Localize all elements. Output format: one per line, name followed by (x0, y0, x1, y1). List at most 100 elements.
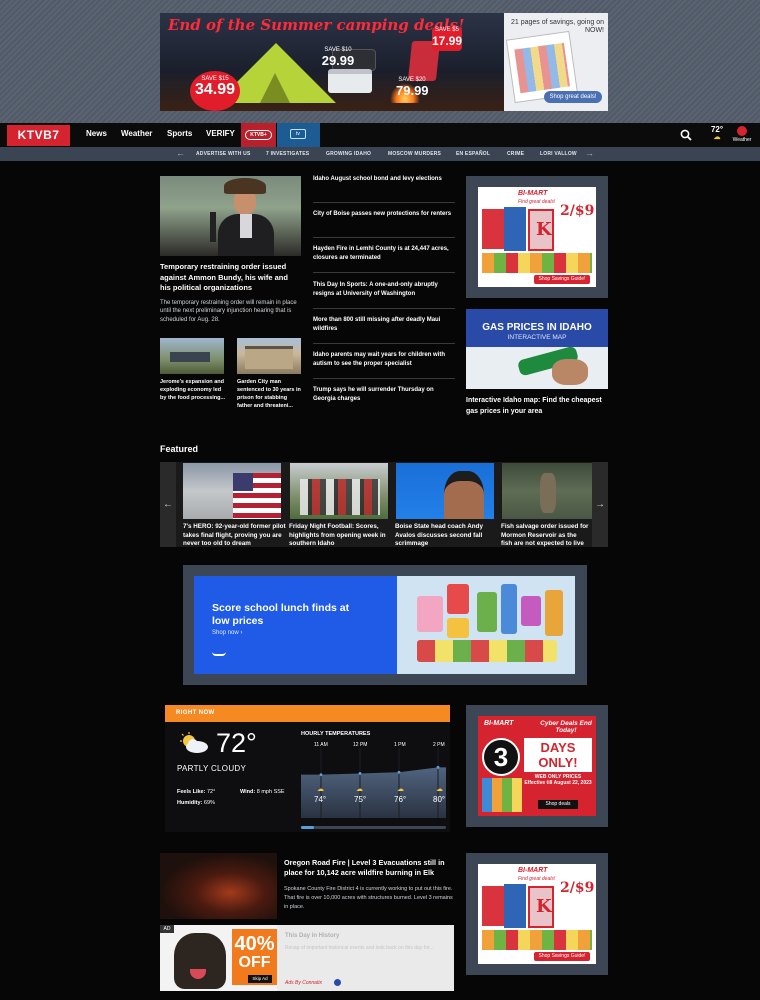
hourly-chart (301, 748, 446, 818)
headline-link[interactable]: More than 800 still missing after deadly… (313, 316, 455, 334)
sale-percent: 40% (234, 933, 275, 955)
story-caption[interactable]: Garden City man sentenced to 30 years in… (237, 378, 303, 410)
featured-image[interactable] (502, 463, 592, 519)
hourly-scrollbar[interactable] (301, 826, 446, 829)
headline-link[interactable]: Trump says he will surrender Thursday on… (313, 386, 455, 404)
hour-point (358, 772, 362, 775)
connatix-icon (334, 979, 341, 986)
nav-weather[interactable]: Weather (121, 129, 152, 138)
skip-ad-button[interactable]: Skip Ad (248, 975, 272, 983)
hour-temp: 80° (433, 795, 446, 804)
subnav-item[interactable]: GROWING IDAHO (326, 151, 371, 157)
scrollbar-thumb[interactable] (301, 826, 314, 829)
bimart-ad-card: BI-MART Find great deals! 2/$9 Shop Savi… (478, 864, 596, 964)
nav-verify[interactable]: VERIFY (206, 129, 235, 138)
featured-image[interactable] (290, 463, 388, 519)
shop-deals-button[interactable]: Shop great deals! (544, 91, 602, 103)
lead-story-description: The temporary restraining order will rem… (160, 300, 297, 323)
partly-cloudy-icon: ☁ (713, 134, 721, 141)
nav-news[interactable]: News (86, 129, 107, 138)
header-weather[interactable]: 72° ☁ (706, 125, 728, 147)
headline-link[interactable]: Idaho parents may wait years for childre… (313, 351, 455, 369)
featured-heading: Featured (160, 444, 199, 454)
ktvb-plus-label: KTVB+ (245, 130, 272, 140)
featured-caption[interactable]: Boise State head coach Andy Avalos discu… (395, 523, 499, 549)
subnav-item[interactable]: LORI VALLOW (540, 151, 577, 157)
search-icon[interactable] (680, 129, 692, 141)
featured-image[interactable] (396, 463, 494, 519)
shop-deals-button[interactable]: Shop deals (538, 800, 578, 809)
headline-link[interactable]: Idaho August school bond and levy electi… (313, 175, 455, 184)
story-caption[interactable]: Jerome's expansion and exploding economy… (160, 378, 226, 402)
featured-caption[interactable]: Fish salvage order issued for Mormon Res… (501, 523, 589, 549)
lead-story-headline[interactable]: Temporary restraining order issued again… (160, 262, 300, 294)
hour-point (319, 773, 323, 777)
bimart-logo: BI-MART (518, 867, 548, 874)
product-image (482, 778, 522, 812)
carousel-next-button[interactable]: → (592, 462, 608, 547)
gas-banner-subtitle: INTERACTIVE MAP (507, 334, 567, 341)
hour-temp: 74° (314, 795, 327, 804)
divider (313, 308, 455, 309)
price-amount: 34.99 (194, 81, 236, 98)
hour-point (436, 765, 440, 769)
story-headline[interactable]: Oregon Road Fire | Level 3 Evacuations s… (284, 858, 454, 878)
subnav-item[interactable]: EN ESPAÑOL (456, 151, 490, 157)
amazon-smile-icon (212, 652, 226, 656)
shop-savings-button[interactable]: Shop Savings Guide! (534, 275, 590, 284)
ad-headline: End of the Summer camping deals! (168, 16, 465, 34)
price-tag: SAVE $20 79.99 (396, 77, 429, 103)
bimart-ad[interactable]: BI-MART Find great deals! 2/$9 Shop Savi… (466, 176, 608, 298)
bimart-logo: BI-MART (484, 720, 514, 727)
headline-link[interactable]: City of Boise passes new protections for… (313, 210, 455, 219)
amazon-shop-now-link[interactable]: Shop now › (212, 630, 242, 636)
featured-caption[interactable]: 7's HERO: 92-year-old former pilot takes… (183, 523, 287, 549)
featured-image[interactable] (183, 463, 281, 519)
subnav-left-arrow[interactable]: ← (176, 148, 185, 158)
carousel-prev-button[interactable]: ← (160, 462, 176, 547)
nav-sports[interactable]: Sports (167, 129, 192, 138)
headline-link[interactable]: This Day In Sports: A one-and-only abrup… (313, 281, 455, 299)
hour-temp: 75° (354, 795, 367, 804)
subnav-item[interactable]: CRIME (507, 151, 524, 157)
price-tag: SAVE $15 34.99 (190, 71, 240, 111)
weather-app-button[interactable]: Weather (730, 126, 754, 146)
bimart-price: 2/$9 (560, 880, 595, 896)
featured-caption[interactable]: Friday Night Football: Scores, highlight… (289, 523, 393, 549)
subnav-right-arrow[interactable]: → (585, 148, 594, 158)
hourly-title: HOURLY TEMPERATURES (301, 731, 371, 737)
camping-ad[interactable]: End of the Summer camping deals! SAVE $1… (160, 13, 608, 111)
shop-savings-button[interactable]: Shop Savings Guide! (534, 952, 590, 961)
story-thumbnail[interactable] (160, 338, 224, 374)
headline-link[interactable]: Hayden Fire in Lemhi County is at 24,447… (313, 245, 455, 263)
secondary-nav (0, 147, 760, 161)
weather-bar-label: RIGHT NOW (176, 710, 215, 716)
bimart-cyber-ad[interactable]: BI-MART Cyber Deals End Today! 3 DAYS ON… (466, 705, 608, 827)
ktvb-logo[interactable]: KTVB7 (7, 125, 70, 146)
wind-value: 8 mph SSE (256, 789, 285, 795)
story-thumbnail[interactable] (237, 338, 301, 374)
amazon-ad[interactable]: Score school lunch finds at low prices S… (194, 576, 575, 674)
subnav-item[interactable]: ADVERTISE WITH US (196, 151, 251, 157)
ads-by-link[interactable]: Ads By Connatix (285, 980, 322, 986)
bimart-tagline: Find great deals! (518, 876, 556, 882)
subnav-item[interactable]: MOSCOW MURDERS (388, 151, 441, 157)
lead-story-image[interactable] (160, 176, 301, 256)
video-ad[interactable]: 40% OFF AD Skip Ad (160, 925, 277, 991)
ad-badge: AD (160, 925, 174, 933)
divider (313, 237, 455, 238)
divider (313, 272, 455, 273)
gas-map-link[interactable]: Interactive Idaho map: Find the cheapest… (466, 396, 608, 417)
current-temperature: 72° (216, 728, 257, 758)
price-amount: 79.99 (396, 83, 429, 98)
flyer-panel: 21 pages of savings, going on NOW! Shop … (504, 13, 608, 111)
subnav-item[interactable]: 7 INVESTIGATES (266, 151, 309, 157)
cereal-box (528, 886, 554, 928)
bimart-ad[interactable]: BI-MART Find great deals! 2/$9 Shop Savi… (466, 853, 608, 975)
snack-bag (447, 584, 469, 614)
wildfire-image[interactable] (160, 853, 277, 919)
history-video-box[interactable]: This Day in History Recap of important h… (277, 925, 454, 991)
ktvb-plus-button[interactable]: KTVB+ (241, 123, 276, 147)
tv-button[interactable]: tv (277, 123, 320, 147)
gas-prices-banner[interactable]: GAS PRICES IN IDAHO INTERACTIVE MAP (466, 309, 608, 389)
